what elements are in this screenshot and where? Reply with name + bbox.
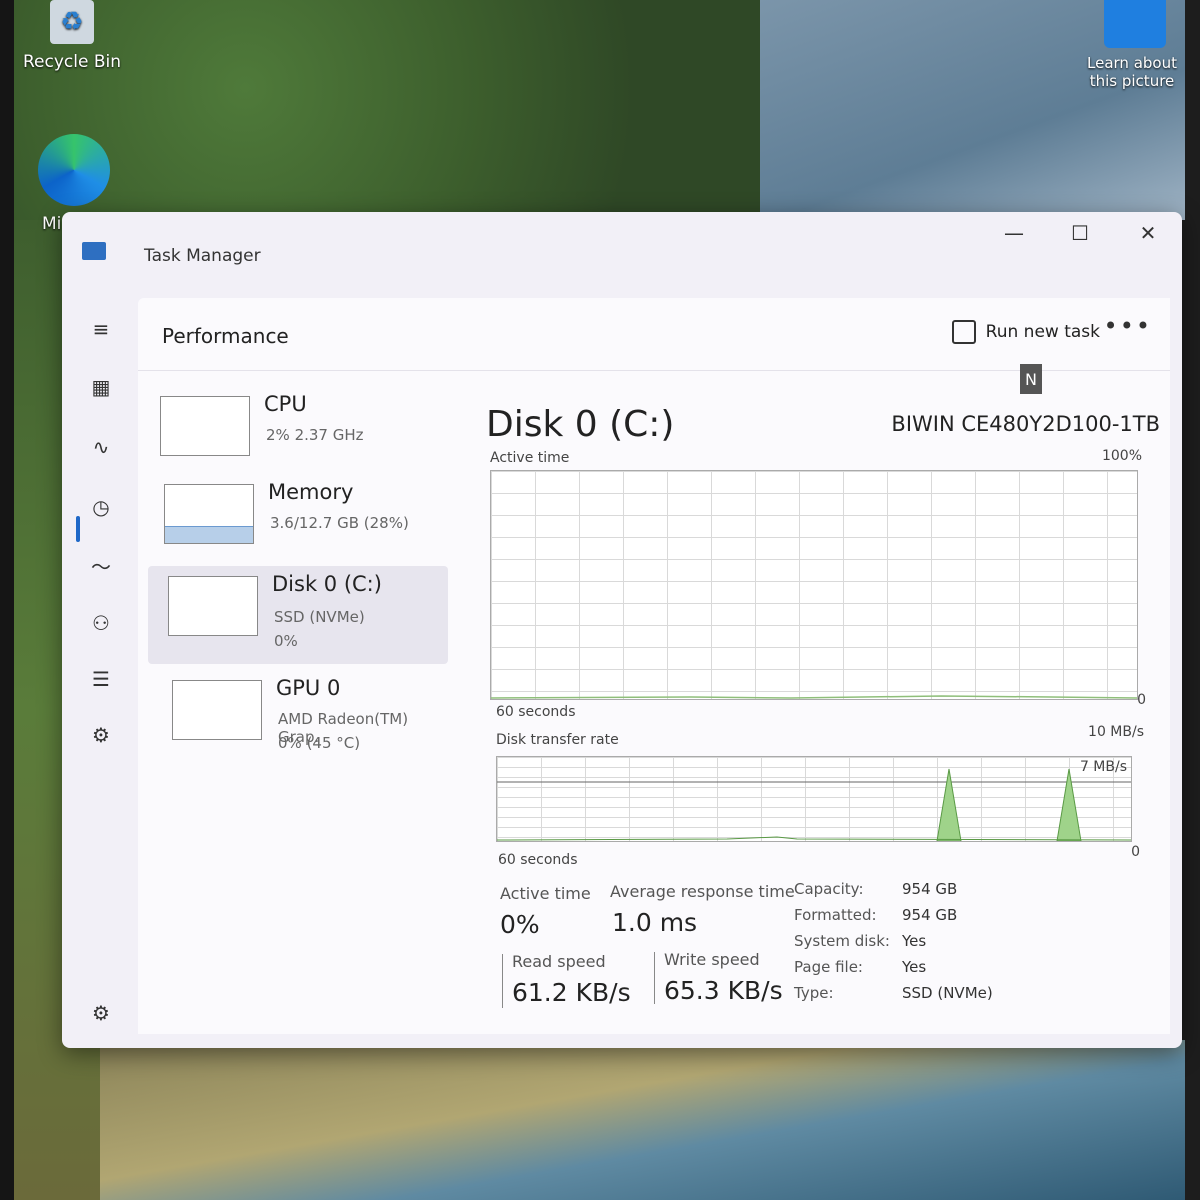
run-new-task-button[interactable]: Run new task [951, 314, 1100, 350]
close-button[interactable]: ✕ [1128, 216, 1168, 250]
stat-avg-response-label: Average response time [610, 882, 795, 901]
write-speed-divider [654, 952, 655, 1004]
device-detail: 2% 2.37 GHz [266, 426, 364, 444]
nav-active-indicator [76, 516, 80, 542]
device-usage: 0% [274, 632, 298, 650]
prop-system-disk-key: System disk: [794, 932, 890, 950]
transfer-rate-chart-label: Disk transfer rate [496, 732, 619, 748]
active-time-min: 0 [1137, 692, 1146, 708]
device-item-cpu[interactable]: CPU 2% 2.37 GHz [148, 386, 448, 478]
prop-page-file-key: Page file: [794, 958, 863, 976]
content-pane: Performance Run new task ••• CPU 2% 2.37… [138, 298, 1170, 1034]
run-new-task-label: Run new task [985, 322, 1100, 342]
rate-spike-2 [1056, 768, 1082, 841]
desktop-icon-edge[interactable]: Mi [38, 134, 118, 234]
details-icon[interactable]: ☰ [86, 664, 116, 694]
disk-title: Disk 0 (C:) [486, 404, 675, 445]
stat-active-time-label: Active time [500, 884, 591, 903]
device-item-gpu0[interactable]: GPU 0 AMD Radeon(TM) Grap. 0% (45 °C) [148, 670, 448, 762]
transfer-rate-chart: 7 MB/s [496, 756, 1132, 842]
notification-badge: N [1020, 364, 1042, 394]
wallpaper-beach [100, 1040, 1185, 1200]
prop-type-key: Type: [794, 984, 834, 1002]
performance-icon[interactable]: ∿ [86, 432, 116, 462]
device-name: Memory [268, 480, 354, 504]
nav-rail: ≡ ▦ ∿ ◷ 〜 ⚇ ☰ ⚙ ⚙ [62, 292, 138, 1048]
active-time-line [491, 695, 1137, 699]
settings-gear-icon[interactable]: ⚙ [86, 998, 116, 1028]
transfer-rate-plot [497, 768, 1131, 841]
transfer-rate-duration: 60 seconds [498, 852, 578, 868]
desktop-icon-recycle-bin[interactable]: ♻ Recycle Bin [22, 0, 122, 72]
wallpaper-cliff [14, 0, 784, 220]
window-title: Task Manager [144, 246, 261, 266]
active-time-duration: 60 seconds [496, 704, 576, 720]
header-divider [138, 370, 1170, 371]
device-item-memory[interactable]: Memory 3.6/12.7 GB (28%) [148, 474, 448, 566]
recycle-bin-label: Recycle Bin [22, 52, 121, 72]
page-title: Performance [162, 324, 289, 348]
task-manager-app-icon [82, 242, 106, 260]
screen-bezel-left [0, 0, 14, 1200]
device-name: CPU [264, 392, 307, 416]
prop-system-disk-value: Yes [902, 932, 927, 950]
edge-label: Mi [42, 214, 62, 234]
device-name: GPU 0 [276, 676, 341, 700]
prop-capacity-key: Capacity: [794, 880, 864, 898]
prop-formatted-value: 954 GB [902, 906, 958, 924]
device-item-disk0[interactable]: Disk 0 (C:) SSD (NVMe) 0% [148, 566, 448, 664]
disk-model: BIWIN CE480Y2D100-1TB [891, 412, 1160, 436]
app-history-icon[interactable]: ◷ [86, 492, 116, 522]
stat-read-speed-label: Read speed [512, 952, 606, 971]
memory-usage-fill [165, 525, 253, 543]
maximize-button[interactable]: ☐ [1060, 216, 1100, 250]
memory-thumbnail-graph [164, 484, 254, 544]
active-time-chart-label: Active time [490, 450, 570, 466]
prop-page-file-value: Yes [902, 958, 927, 976]
device-detail: 3.6/12.7 GB (28%) [270, 514, 409, 532]
spotlight-icon [1104, 0, 1166, 48]
device-name: Disk 0 (C:) [272, 572, 382, 596]
run-task-icon [951, 320, 976, 344]
hamburger-menu-icon[interactable]: ≡ [86, 314, 116, 344]
stat-active-time-value: 0% [500, 910, 540, 939]
prop-type-value: SSD (NVMe) [902, 984, 993, 1002]
cpu-thumbnail-graph [160, 396, 250, 456]
learn-label-line2: this picture [1089, 72, 1175, 90]
stat-write-speed-label: Write speed [664, 950, 760, 969]
task-manager-window: Task Manager — ☐ ✕ ≡ ▦ ∿ ◷ 〜 ⚇ ☰ ⚙ ⚙ Per… [62, 212, 1182, 1048]
read-speed-divider [502, 954, 503, 1008]
transfer-rate-max: 10 MB/s [1088, 724, 1144, 740]
active-time-chart [490, 470, 1138, 700]
desktop-icon-learn-about-picture[interactable]: Learn about this picture [1082, 0, 1182, 90]
stat-avg-response-value: 1.0 ms [612, 908, 698, 937]
learn-label-line1: Learn about [1087, 54, 1177, 72]
recycle-bin-icon: ♻ [50, 0, 94, 44]
processes-icon[interactable]: ▦ [86, 372, 116, 402]
device-detail: SSD (NVMe) [274, 608, 365, 626]
more-options-icon[interactable]: ••• [1104, 312, 1152, 340]
stat-read-speed-value: 61.2 KB/s [512, 978, 631, 1007]
stat-write-speed-value: 65.3 KB/s [664, 976, 783, 1005]
transfer-rate-min: 0 [1131, 844, 1140, 860]
edge-browser-icon [38, 134, 110, 206]
gpu-thumbnail-graph [172, 680, 262, 740]
startup-apps-icon[interactable]: 〜 [86, 550, 116, 580]
prop-capacity-value: 954 GB [902, 880, 958, 898]
active-time-max: 100% [1101, 448, 1142, 464]
disk-thumbnail-graph [168, 576, 258, 636]
prop-formatted-key: Formatted: [794, 906, 877, 924]
services-icon[interactable]: ⚙ [86, 720, 116, 750]
disk-detail-panel: N Disk 0 (C:) BIWIN CE480Y2D100-1TB Acti… [480, 364, 1160, 1026]
rate-spike-1 [936, 768, 962, 841]
rate-baseline [497, 836, 1131, 841]
transfer-rate-mark: 7 MB/s [1079, 759, 1127, 775]
device-usage: 0% (45 °C) [278, 734, 361, 752]
users-icon[interactable]: ⚇ [86, 608, 116, 638]
minimize-button[interactable]: — [994, 216, 1034, 250]
